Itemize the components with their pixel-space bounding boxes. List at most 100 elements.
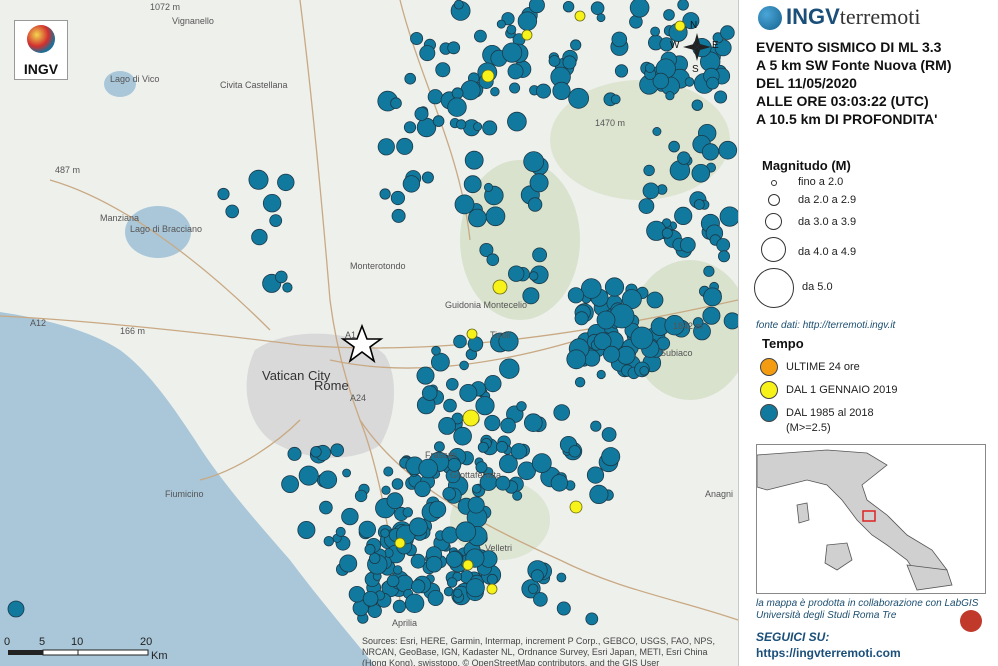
- quake-marker: [652, 127, 662, 137]
- quake-marker: [567, 287, 585, 304]
- quake-marker: [427, 590, 444, 607]
- place-civita-castellana: Civita Castellana: [220, 80, 288, 90]
- quake-marker: [442, 486, 457, 501]
- quake-marker: [601, 447, 621, 467]
- quake-marker: [703, 287, 722, 307]
- quake-marker: [536, 83, 552, 99]
- quake-marker-recent: [674, 20, 686, 32]
- time-class-2019: DAL 1 GENNAIO 2019: [786, 384, 898, 396]
- quake-marker: [383, 466, 394, 477]
- quake-marker: [532, 247, 547, 263]
- quake-marker: [693, 199, 705, 210]
- quake-marker: [553, 404, 570, 421]
- time-title: Tempo: [762, 336, 804, 351]
- data-source: fonte dati: http://terremoti.ingv.it: [756, 320, 896, 331]
- quake-marker: [282, 282, 293, 293]
- quake-marker: [665, 91, 675, 101]
- event-line-location: A 5 km SW Fonte Nuova (RM): [756, 57, 952, 73]
- quake-marker: [516, 401, 527, 412]
- quake-marker: [396, 137, 414, 155]
- quake-marker: [274, 270, 288, 284]
- quake-marker: [530, 569, 544, 583]
- place-anagni: Anagni: [705, 489, 734, 499]
- quake-marker: [354, 489, 368, 503]
- quake-marker: [281, 475, 300, 494]
- follow-label: SEGUICI SU:: [756, 630, 830, 644]
- quake-marker: [614, 64, 629, 78]
- quake-marker: [720, 25, 735, 40]
- quake-marker: [679, 236, 696, 253]
- quake-marker: [419, 45, 436, 62]
- quake-marker-recent: [574, 10, 586, 22]
- quake-marker: [703, 265, 715, 277]
- quake-marker: [445, 551, 463, 568]
- quake-marker: [402, 507, 414, 518]
- quake-marker: [562, 55, 577, 70]
- compass-w: W: [670, 40, 680, 51]
- quake-marker: [310, 446, 322, 458]
- quake-marker: [386, 492, 404, 510]
- scale-tick-20: 20: [140, 636, 153, 648]
- magnitude-symbol-5: [754, 268, 794, 308]
- place-manziana: Manziana: [100, 213, 140, 223]
- quake-marker-recent: [521, 29, 533, 41]
- quake-marker: [251, 228, 268, 246]
- quake-marker: [509, 82, 521, 94]
- road-a24: A24: [350, 393, 367, 403]
- quake-marker: [446, 577, 458, 588]
- time-symbol-24h: [760, 358, 778, 376]
- quake-marker: [410, 553, 426, 569]
- quake-marker: [225, 204, 240, 219]
- quake-marker: [459, 383, 478, 402]
- map-view[interactable]: Vignanello Lago di Vico Civita Castellan…: [0, 0, 739, 666]
- quake-marker: [392, 599, 406, 614]
- quake-marker: [408, 517, 428, 537]
- quake-marker: [465, 578, 485, 598]
- quake-marker: [568, 445, 582, 458]
- quake-marker: [468, 208, 487, 228]
- quake-marker: [358, 520, 377, 539]
- quake-marker: [445, 377, 459, 391]
- scale-tick-10: 10: [71, 636, 84, 648]
- brand-bold: INGV: [786, 4, 840, 29]
- quake-marker: [566, 349, 587, 370]
- quake-marker: [508, 265, 525, 282]
- quake-marker: [298, 465, 319, 486]
- quake-marker: [714, 90, 728, 104]
- quake-marker: [585, 612, 599, 626]
- quake-marker: [380, 528, 390, 538]
- scale-tick-5: 5: [39, 636, 46, 648]
- quake-marker: [318, 470, 338, 489]
- quake-marker: [486, 253, 500, 267]
- quake-marker: [427, 89, 443, 105]
- quake-marker: [451, 87, 464, 100]
- magnitude-symbol-3: [765, 213, 782, 230]
- compass-s: S: [692, 64, 699, 75]
- quake-marker: [706, 76, 719, 90]
- quake-marker: [425, 555, 443, 573]
- quake-marker: [453, 334, 467, 349]
- place-fiumicino: Fiumicino: [165, 489, 204, 499]
- quake-marker: [510, 443, 528, 460]
- quake-marker: [533, 592, 548, 607]
- magnitude-title: Magnitudo (M): [762, 158, 851, 173]
- quake-marker: [556, 572, 567, 583]
- elev-1072: 1072 m: [150, 2, 181, 12]
- quake-marker: [548, 55, 561, 67]
- quake-marker: [501, 42, 523, 63]
- quake-marker: [447, 41, 461, 55]
- collab-note: la mappa è prodotta in collaborazione co…: [756, 598, 979, 621]
- quake-marker: [381, 485, 391, 495]
- scale-tick-0: 0: [4, 636, 11, 648]
- legend-panel: INGVterremoti EVENTO SISMICO DI ML 3.3 A…: [740, 0, 998, 666]
- website-link[interactable]: https://ingvterremoti.com: [756, 646, 901, 660]
- quake-marker: [482, 120, 498, 136]
- quake-marker: [485, 206, 506, 227]
- quake-marker: [596, 13, 606, 23]
- quake-marker: [414, 106, 429, 121]
- quake-marker: [472, 484, 482, 494]
- quake-marker: [507, 111, 527, 132]
- quake-marker: [456, 119, 467, 130]
- ingv-globe-icon: [758, 6, 782, 30]
- event-line-date: DEL 11/05/2020: [756, 75, 857, 91]
